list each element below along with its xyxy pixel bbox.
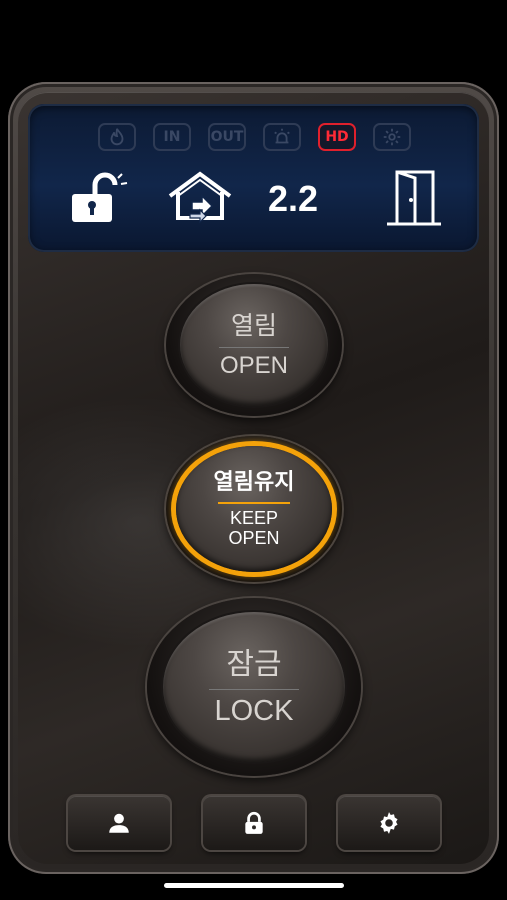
fire-icon — [98, 123, 136, 151]
open-label-english: OPEN — [219, 351, 288, 379]
lock-button[interactable]: 잠금 LOCK — [147, 598, 361, 776]
home-indicator[interactable] — [164, 883, 344, 888]
home-mode-icon — [168, 171, 232, 224]
alarm-icon — [263, 123, 301, 151]
hd-indicator: HD — [318, 123, 356, 151]
keep-open-label-line2: OPEN — [228, 528, 280, 548]
keep-open-label-korean: 열림유지 — [213, 470, 295, 495]
gear-icon — [380, 812, 398, 834]
keep-open-button[interactable]: 열림유지 KEEP OPEN — [166, 436, 342, 582]
open-divider — [219, 346, 289, 348]
lock-tab-button[interactable] — [203, 796, 305, 850]
keep-open-divider — [218, 502, 290, 504]
status-main-row: 2.2 — [0, 168, 507, 228]
unlocked-padlock-icon — [72, 172, 128, 222]
user-tab-button[interactable] — [68, 796, 170, 850]
lock-label-korean: 잠금 — [226, 646, 282, 682]
out-indicator: OUT — [208, 123, 246, 151]
lock-icon — [245, 811, 263, 834]
open-button[interactable]: 열림 OPEN — [166, 274, 342, 416]
settings-tab-button[interactable] — [338, 796, 440, 850]
lock-label-english: LOCK — [214, 694, 294, 727]
open-label-korean: 열림 — [230, 310, 277, 340]
lock-divider — [209, 688, 299, 690]
status-indicator-row: IN OUT HD — [0, 120, 507, 156]
version-number: 2.2 — [268, 178, 319, 219]
in-indicator: IN — [153, 123, 191, 151]
door-open-icon — [387, 170, 441, 226]
user-icon — [109, 813, 129, 833]
keep-open-label-line1: KEEP — [229, 508, 279, 528]
settings-status-icon — [373, 123, 411, 151]
